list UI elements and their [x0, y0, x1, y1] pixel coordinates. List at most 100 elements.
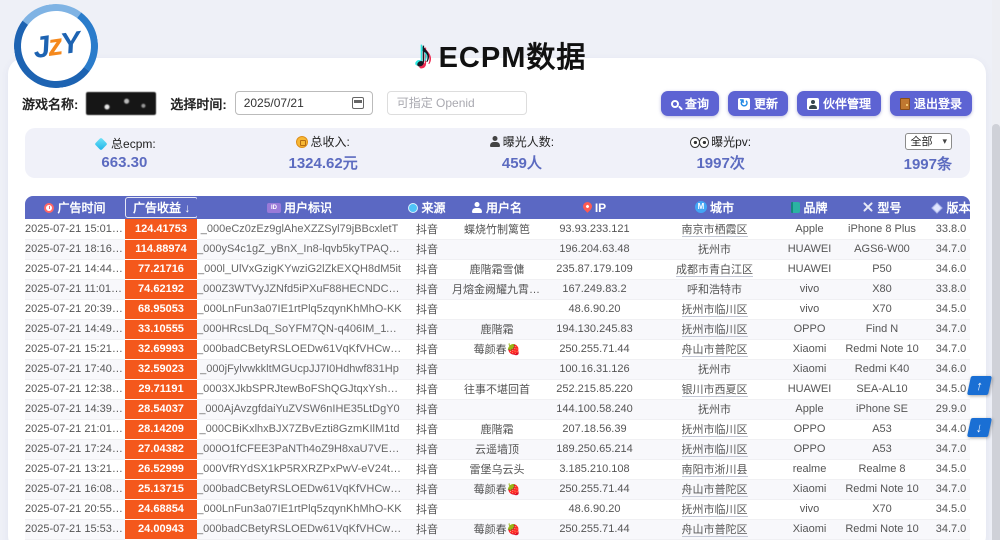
username-cell: 鹿階霜: [452, 319, 542, 339]
source-cell: 抖音: [402, 399, 452, 419]
table-row: 2025-07-21 14:44:1377.21716_000l_UlVxGzi…: [25, 259, 970, 279]
revenue-cell: 25.13715: [125, 479, 197, 499]
partner-manage-button[interactable]: 伙伴管理: [797, 91, 881, 116]
filter-bar: 游戏名称: 选择时间: 2025/07/21: [22, 90, 527, 116]
sort-revenue-button[interactable]: 广告收益 ↓: [125, 197, 197, 218]
ip-cell: 189.250.65.214: [542, 439, 647, 459]
logout-button[interactable]: 退出登录: [890, 91, 972, 116]
page-scrollbar[interactable]: [992, 0, 1000, 540]
source-cell: 抖音: [402, 499, 452, 519]
list-filter: 全部 ▾ 1997条: [820, 132, 970, 174]
brand-cell: Apple: [782, 219, 837, 239]
time-cell: 2025-07-21 15:21:07: [25, 339, 125, 359]
time-cell: 2025-07-21 17:24:17: [25, 439, 125, 459]
city-link[interactable]: 抚州市临川区: [682, 424, 748, 437]
game-name-label: 游戏名称:: [22, 94, 78, 113]
city-link[interactable]: 舟山市普陀区: [682, 484, 748, 497]
tools-icon: [862, 201, 874, 213]
revenue-cell: 28.14209: [125, 419, 197, 439]
ip-cell: 196.204.63.48: [542, 239, 647, 259]
refresh-button[interactable]: 更新: [728, 91, 788, 116]
page-title: ECPM数据: [439, 34, 587, 76]
refresh-button-label: 更新: [754, 95, 778, 112]
col-label-model: 型号: [877, 199, 901, 216]
brand-cell: Apple: [782, 399, 837, 419]
city-link[interactable]: 南阳市淅川县: [682, 464, 748, 477]
query-button-label: 查询: [685, 95, 709, 112]
col-header-revenue[interactable]: 广告收益 ↓: [125, 196, 197, 219]
stat-exposure-pv: 曝光pv: 1997次: [621, 133, 820, 173]
stat-exposure-users: 曝光人数: 459人: [423, 133, 622, 173]
model-cell: Redmi Note 10: [837, 519, 927, 539]
ip-cell: 93.93.233.121: [542, 219, 647, 239]
city-cell: 抚州市临川区: [647, 319, 782, 339]
openid-cell: _000badCBetyRSLOEDw61VqKfVHCwbe9wv: [197, 519, 402, 539]
version-cell: 34.5.0: [927, 379, 970, 399]
model-cell: P50: [837, 259, 927, 279]
city-cell: 抚州市: [647, 359, 782, 379]
username-cell: [452, 399, 542, 419]
version-cell: 33.8.0: [927, 279, 970, 299]
scroll-to-top-button[interactable]: ↑: [967, 376, 992, 395]
table-row: 2025-07-21 14:49:2433.10555_000HRcsLDq_S…: [25, 319, 970, 339]
table-row: 2025-07-21 13:21:4726.52999_000VfRYdSX1k…: [25, 459, 970, 479]
source-cell: 抖音: [402, 279, 452, 299]
city-link[interactable]: 银川市西夏区: [682, 384, 748, 397]
city-link[interactable]: 抚州市临川区: [682, 444, 748, 457]
time-label: 选择时间:: [170, 94, 226, 113]
calendar-icon[interactable]: [352, 97, 364, 109]
city-link[interactable]: 抚州市临川区: [682, 504, 748, 517]
city-link[interactable]: 舟山市普陀区: [682, 344, 748, 357]
openid-cell: _000AjAvzgfdaiYuZVSW6nIHE35LtDgY0: [197, 399, 402, 419]
date-picker[interactable]: 2025/07/21: [235, 91, 373, 115]
time-cell: 2025-07-21 20:39:05: [25, 299, 125, 319]
idbadge-icon: [267, 203, 281, 213]
openid-cell: _000VfRYdSX1kP5RXRZPxPwV-eV24t-F4N: [197, 459, 402, 479]
scroll-to-bottom-button[interactable]: ↓: [967, 418, 992, 437]
city-link[interactable]: 南京市栖霞区: [682, 224, 748, 237]
stat-value: 459人: [423, 152, 622, 173]
revenue-cell: 26.52999: [125, 459, 197, 479]
scope-select[interactable]: 全部 ▾: [905, 133, 952, 150]
version-cell: 34.5.0: [927, 299, 970, 319]
city-link[interactable]: 成都市青白江区: [676, 264, 753, 277]
username-cell: 莓颜春🍓: [452, 339, 542, 359]
table-row: 2025-07-21 21:01:5328.14209_000CBiKxlhxB…: [25, 419, 970, 439]
version-cell: 34.7.0: [927, 439, 970, 459]
col-header-version: 版本: [927, 196, 970, 219]
revenue-cell: 24.68854: [125, 499, 197, 519]
model-cell: X70: [837, 499, 927, 519]
model-cell: X80: [837, 279, 927, 299]
source-cell: 抖音: [402, 459, 452, 479]
ecpm-table: 广告时间广告收益 ↓用户标识来源用户名IP城市品牌型号版本 2025-07-21…: [25, 196, 970, 540]
username-cell: [452, 359, 542, 379]
stat-total-ecpm: 总ecpm: 663.30: [25, 135, 224, 171]
model-cell: Redmi Note 10: [837, 339, 927, 359]
scrollbar-thumb[interactable]: [992, 124, 1000, 540]
city-cell: 南京市栖霞区: [647, 219, 782, 239]
col-header-ip: IP: [542, 196, 647, 219]
source-cell: 抖音: [402, 359, 452, 379]
diamond-icon: [95, 137, 108, 150]
openid-cell: _000LnFun3a07IE1rtPlq5zqynKhMhO-KK: [197, 499, 402, 519]
col-header-openid: 用户标识: [197, 196, 402, 219]
stat-label: 总ecpm:: [111, 135, 156, 152]
brand-cell: OPPO: [782, 439, 837, 459]
city-link[interactable]: 抚州市临川区: [682, 304, 748, 317]
time-cell: 2025-07-21 13:21:47: [25, 459, 125, 479]
ip-cell: 235.87.179.109: [542, 259, 647, 279]
version-cell: 34.7.0: [927, 519, 970, 539]
city-link[interactable]: 舟山市普陀区: [682, 524, 748, 537]
city-link[interactable]: 抚州市临川区: [682, 324, 748, 337]
openid-input[interactable]: [387, 91, 527, 115]
time-cell: 2025-07-21 16:08:47: [25, 479, 125, 499]
table-row: 2025-07-21 15:53:2024.00943_000badCBetyR…: [25, 519, 970, 539]
partner-manage-button-label: 伙伴管理: [823, 95, 871, 112]
city-cell: 抚州市临川区: [647, 499, 782, 519]
stat-value: 663.30: [25, 154, 224, 171]
query-button[interactable]: 查询: [661, 91, 719, 116]
model-cell: AGS6-W00: [837, 239, 927, 259]
revenue-cell: 28.54037: [125, 399, 197, 419]
revenue-cell: 32.69993: [125, 339, 197, 359]
search-icon: [671, 100, 679, 108]
